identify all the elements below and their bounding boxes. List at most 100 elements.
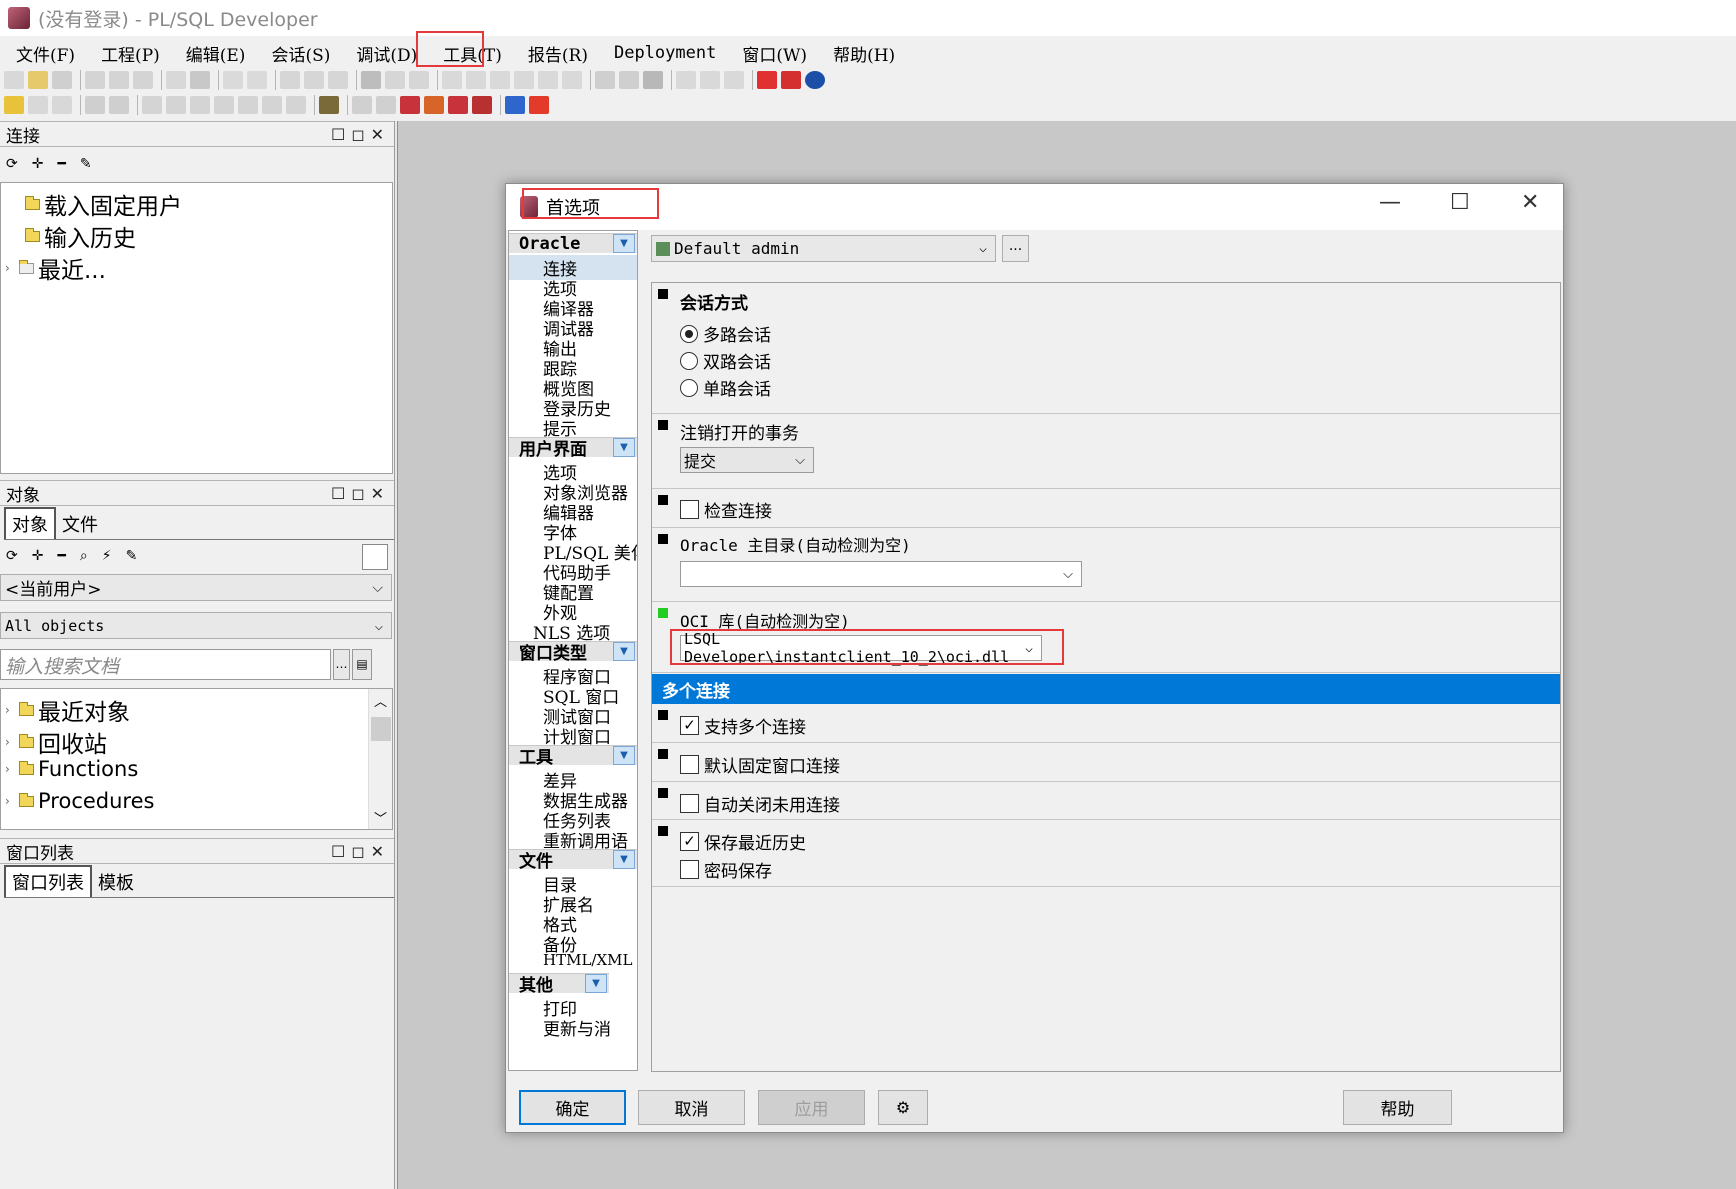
profile-more-button[interactable]: ... [1002,235,1029,262]
menu-edit[interactable]: 编辑(E) [176,41,256,66]
menu-window[interactable]: 窗口(W) [732,41,817,66]
ok-button[interactable]: 确定 [519,1090,626,1125]
commit-icon[interactable] [85,96,105,114]
oracle-icon[interactable] [757,71,777,89]
expand-icon[interactable]: › [5,703,19,717]
collapse-icon[interactable]: ▼ [613,850,635,869]
execute-icon[interactable] [28,96,48,114]
radio-multi-session[interactable]: 多路会话 [680,321,771,346]
properties-icon[interactable]: ✎ [126,548,138,564]
menu-project[interactable]: 工程(P) [91,41,170,66]
undo-icon[interactable] [223,71,243,89]
refresh-icon[interactable]: ⟳ [6,156,18,172]
db-2-icon[interactable] [166,96,186,114]
indent-icon[interactable] [442,71,462,89]
save-icon[interactable] [85,71,105,89]
search-more-button[interactable]: … [333,649,350,680]
find-icon[interactable]: ⌕ [80,548,88,564]
pane-splitter[interactable] [394,121,397,1189]
collapse-icon[interactable]: ▼ [613,642,635,661]
auto-close-unused-checkbox[interactable]: 自动关闭未用连接 [680,791,840,816]
minimize-icon[interactable]: — [1379,190,1401,215]
redo-icon[interactable] [247,71,267,89]
open-icon[interactable] [28,71,48,89]
expand-icon[interactable]: › [5,735,19,749]
refresh-icon[interactable]: ⟳ [6,548,18,564]
window-icon[interactable] [643,71,663,89]
tool-d-icon[interactable] [424,96,444,114]
db-6-icon[interactable] [262,96,282,114]
menu-help[interactable]: 帮助(H) [823,41,905,66]
help-button[interactable]: 帮助 [1343,1090,1452,1125]
menu-file[interactable]: 文件(F) [6,41,85,66]
tab-objects[interactable]: 对象 [4,507,56,539]
uppercase-icon[interactable] [562,71,582,89]
format-icon[interactable] [538,71,558,89]
nav-section-window-types[interactable]: 窗口类型 ▼ [509,641,637,664]
nav-section-ui[interactable]: 用户界面 ▼ [509,437,637,460]
info-icon[interactable] [805,71,825,89]
arrow-right-blue-icon[interactable] [505,96,525,114]
save-recent-history-checkbox[interactable]: ✓ 保存最近历史 [680,829,806,854]
tree-node-functions[interactable]: › Functions [5,757,138,781]
layout-1-icon[interactable] [676,71,696,89]
tree-node-recycle-bin[interactable]: › 回收站 [5,725,107,759]
nav-item-updates[interactable]: 更新与消 [543,1015,611,1040]
unindent-icon[interactable] [466,71,486,89]
pdf-icon[interactable] [781,71,801,89]
save-all-icon[interactable] [133,71,153,89]
print-preview-icon[interactable] [166,71,186,89]
logoff-select[interactable]: 提交 ⌵ [680,447,814,473]
tree-node-recent-objects[interactable]: › 最近对象 [5,693,130,727]
nav-section-oracle[interactable]: Oracle ▼ [509,233,637,254]
default-fixed-window-checkbox[interactable]: 默认固定窗口连接 [680,752,840,777]
tab-templates[interactable]: 模板 [92,867,140,897]
expand-icon[interactable]: › [5,261,19,275]
rollback-icon[interactable] [109,96,129,114]
float-icon[interactable]: ◻ [351,125,364,144]
expand-icon[interactable]: › [5,794,19,808]
find-icon[interactable] [361,71,381,89]
maximize-icon[interactable]: ☐ [1450,190,1470,215]
db-3-icon[interactable] [190,96,210,114]
add-icon[interactable]: ✛ [32,156,44,172]
profile-select[interactable]: Default admin ⌵ [651,235,996,262]
oracle-home-select[interactable]: ⌵ [680,561,1082,587]
arrow-right-red-icon[interactable] [529,96,549,114]
radio-single-session[interactable]: 单路会话 [680,375,771,400]
cut-icon[interactable] [280,71,300,89]
print-icon[interactable] [52,71,72,89]
nav-section-other[interactable]: 其他 ▼ [509,973,609,996]
profile-tool-button[interactable]: ⚙ [878,1090,928,1125]
tree-node-load-fixed-users[interactable]: 载入固定用户 [11,187,182,221]
tool-a-icon[interactable] [352,96,372,114]
scroll-up-icon[interactable]: ︿ [374,691,387,710]
replace-icon[interactable] [385,71,405,89]
color-box[interactable] [362,544,388,570]
tree-node-procedures[interactable]: › Procedures [5,789,154,813]
menu-session[interactable]: 会话(S) [261,41,340,66]
pin-icon[interactable]: ☐ [331,842,345,861]
remove-icon[interactable]: ━ [57,156,65,172]
layout-2-icon[interactable] [700,71,720,89]
search-input[interactable]: 输入搜索文档 [0,649,331,680]
tool-b-icon[interactable] [376,96,396,114]
scroll-thumb[interactable] [371,717,391,741]
close-icon[interactable]: ✕ [371,842,384,861]
collapse-icon[interactable]: ▼ [585,974,607,993]
tree-node-recent[interactable]: › 最近... [5,251,106,285]
cascade-icon[interactable] [619,71,639,89]
save-as-icon[interactable] [109,71,129,89]
radio-dual-session[interactable]: 双路会话 [680,348,771,373]
menu-deployment[interactable]: Deployment [604,43,726,63]
tree-node-input-history[interactable]: 输入历史 [11,219,136,253]
check-connection-checkbox[interactable]: 检查连接 [680,497,772,522]
apply-button[interactable]: 应用 [758,1090,865,1125]
collapse-icon[interactable]: ▼ [613,438,635,457]
remove-icon[interactable]: ━ [57,548,65,564]
filter-icon[interactable]: ⚡ [102,548,112,564]
pin-icon[interactable]: ☐ [331,484,345,503]
menu-reports[interactable]: 报告(R) [518,41,598,66]
collapse-icon[interactable]: ▼ [613,234,635,253]
tab-files[interactable]: 文件 [56,509,104,539]
